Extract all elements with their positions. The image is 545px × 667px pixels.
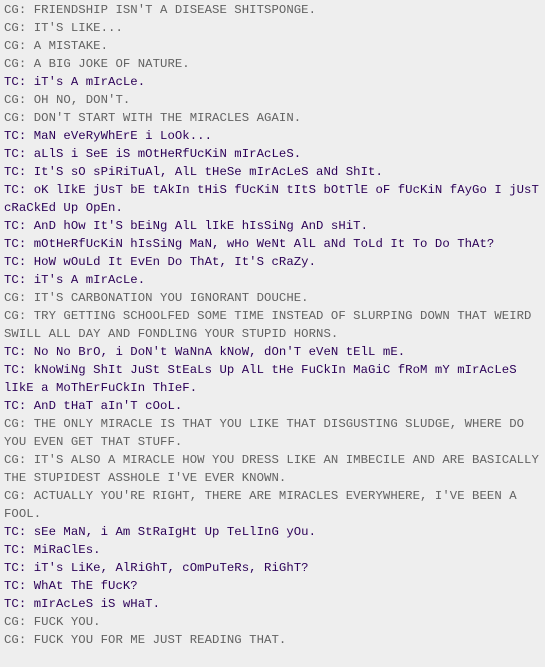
chat-line-tc: TC: MaN eVeRyWhErE i LoOk... bbox=[4, 129, 213, 143]
chat-line-tc: TC: HoW wOuLd It EvEn Do ThAt, It'S cRaZ… bbox=[4, 255, 317, 269]
chat-line-tc: TC: mIrAcLeS iS wHaT. bbox=[4, 597, 161, 611]
chat-line-tc: TC: iT's A mIrAcLe. bbox=[4, 273, 146, 287]
chat-line-tc: TC: mOtHeRfUcKiN hIsSiNg MaN, wHo WeNt A… bbox=[4, 237, 495, 251]
chat-line-tc: TC: MiRaClEs. bbox=[4, 543, 101, 557]
chat-line-cg: CG: FUCK YOU. bbox=[4, 615, 101, 629]
chat-line-cg: CG: ACTUALLY YOU'RE RIGHT, THERE ARE MIR… bbox=[4, 489, 517, 521]
chat-line-cg: CG: FRIENDSHIP ISN'T A DISEASE SHITSPONG… bbox=[4, 3, 317, 17]
chat-line-tc: TC: aLlS i SeE iS mOtHeRfUcKiN mIrAcLeS. bbox=[4, 147, 302, 161]
chat-line-tc: TC: WhAt ThE fUcK? bbox=[4, 579, 138, 593]
chat-line-tc: TC: No No BrO, i DoN't WaNnA kNoW, dOn'T… bbox=[4, 345, 406, 359]
chat-line-cg: CG: IT'S CARBONATION YOU IGNORANT DOUCHE… bbox=[4, 291, 309, 305]
chat-line-cg: CG: DON'T START WITH THE MIRACLES AGAIN. bbox=[4, 111, 302, 125]
chat-line-tc: TC: AnD tHaT aIn'T cOoL. bbox=[4, 399, 183, 413]
chat-line-tc: TC: iT's LiKe, AlRiGhT, cOmPuTeRs, RiGhT… bbox=[4, 561, 309, 575]
chat-line-tc: TC: sEe MaN, i Am StRaIgHt Up TeLlInG yO… bbox=[4, 525, 317, 539]
chat-line-cg: CG: THE ONLY MIRACLE IS THAT YOU LIKE TH… bbox=[4, 417, 525, 449]
chat-line-cg: CG: OH NO, DON'T. bbox=[4, 93, 131, 107]
chat-line-cg: CG: TRY GETTING SCHOOLFED SOME TIME INST… bbox=[4, 309, 532, 341]
chat-line-cg: CG: A BIG JOKE OF NATURE. bbox=[4, 57, 190, 71]
chat-line-cg: CG: A MISTAKE. bbox=[4, 39, 109, 53]
chat-line-cg: CG: FUCK YOU FOR ME JUST READING THAT. bbox=[4, 633, 287, 647]
chat-line-tc: TC: oK lIkE jUsT bE tAkIn tHiS fUcKiN tI… bbox=[4, 183, 539, 215]
chat-line-tc: TC: It'S sO sPiRiTuAl, AlL tHeSe mIrAcLe… bbox=[4, 165, 383, 179]
chat-line-tc: TC: AnD hOw It'S bEiNg AlL lIkE hIsSiNg … bbox=[4, 219, 369, 233]
chat-line-cg: CG: IT'S LIKE... bbox=[4, 21, 123, 35]
chat-line-tc: TC: iT's A mIrAcLe. bbox=[4, 75, 146, 89]
chat-line-cg: CG: IT'S ALSO A MIRACLE HOW YOU DRESS LI… bbox=[4, 453, 539, 485]
chat-log: CG: FRIENDSHIP ISN'T A DISEASE SHITSPONG… bbox=[0, 0, 545, 667]
chat-line-tc: TC: kNoWiNg ShIt JuSt StEaLs Up AlL tHe … bbox=[4, 363, 517, 395]
